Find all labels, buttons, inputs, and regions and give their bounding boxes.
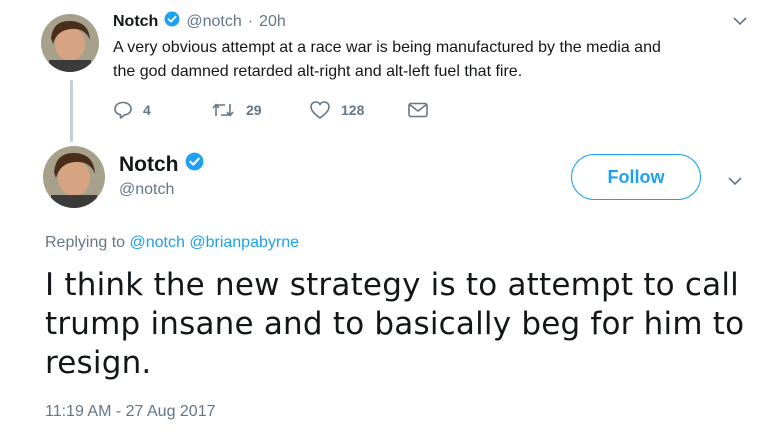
reply-to-mention[interactable]: @brianpabyrne [189,234,299,251]
retweet-icon [210,100,236,120]
author-handle[interactable]: @notch [119,181,174,199]
tweet-actions: 4 29 128 [113,100,429,120]
reply-button[interactable]: 4 [113,100,210,120]
reply-icon [113,100,133,120]
chevron-down-icon[interactable] [727,174,743,192]
tweet-text-line: resign. [45,345,152,381]
author-handle[interactable]: @notch [186,13,241,31]
author-name[interactable]: Notch [119,153,179,177]
tweet-text-line: A very obvious attempt at a race war is … [113,39,661,56]
avatar[interactable] [43,146,105,208]
parent-tweet-text: A very obvious attempt at a race war is … [113,36,661,84]
follow-button[interactable]: Follow [571,154,701,200]
main-tweet-author: Notch [119,152,204,177]
avatar[interactable] [41,14,99,72]
author-name[interactable]: Notch [113,13,158,31]
envelope-icon [407,101,429,119]
thread-connector-line [70,80,73,142]
parent-tweet-header: Notch @notch · 20h [113,11,286,32]
retweet-count: 29 [246,102,262,118]
avatar-image [41,14,99,72]
heart-icon [309,100,331,120]
direct-message-button[interactable] [407,101,429,119]
verified-badge-icon [185,152,204,177]
reply-to-mention[interactable]: @notch [130,234,185,251]
tweet-text-line: I think the new strategy is to attempt t… [45,267,739,303]
main-tweet-text: I think the new strategy is to attempt t… [45,266,744,383]
tweet-text-line: the god damned retarded alt-right and al… [113,63,523,80]
retweet-button[interactable]: 29 [210,100,309,120]
verified-badge-icon [164,11,180,32]
replying-to: Replying to @notch @brianpabyrne [45,234,299,252]
tweet-time[interactable]: 20h [259,13,286,31]
replying-to-label: Replying to [45,234,126,251]
reply-count: 4 [143,102,151,118]
tweet-timestamp[interactable]: 11:19 AM - 27 Aug 2017 [45,403,216,421]
like-button[interactable]: 128 [309,100,407,120]
separator-dot: · [247,12,254,30]
avatar-image [43,146,105,208]
like-count: 128 [341,102,365,118]
chevron-down-icon[interactable] [732,14,748,32]
tweet-text-line: trump insane and to basically beg for hi… [45,306,745,342]
